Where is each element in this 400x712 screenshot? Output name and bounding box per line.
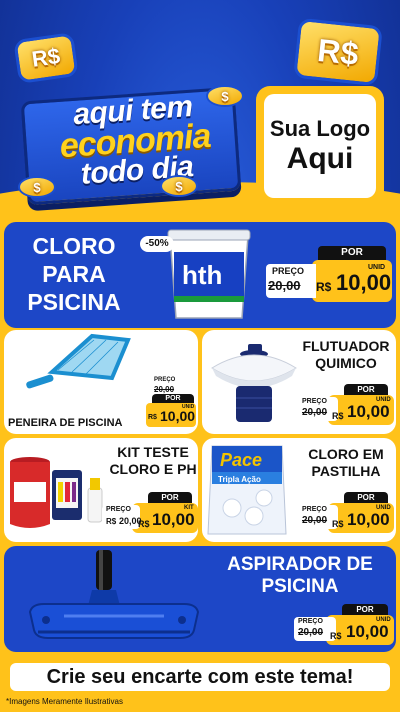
headline: aqui tem economia todo dia bbox=[27, 89, 243, 193]
price-tag: PREÇO 20,00 POR R$ 10,00 UNID bbox=[146, 374, 198, 430]
price-tag: POR PREÇO 20,00 R$ 10,00 UNID bbox=[296, 492, 394, 540]
product-title: PENEIRA DE PISCINA bbox=[8, 417, 123, 429]
product-title: KIT TESTE CLORO E PH bbox=[109, 444, 197, 477]
price-tag: POR PREÇO 20,00 R$ 10,00 UNID bbox=[292, 604, 394, 650]
product-card-pastilha[interactable]: Pace Tripla Ação CLORO EM PASTILHA POR P… bbox=[202, 438, 396, 542]
price-tag: POR PREÇO 20,00 R$ 10,00 UNID bbox=[264, 246, 392, 324]
product-title: CLORO PARA PSICINA bbox=[27, 233, 121, 315]
cta-banner[interactable]: Crie seu encarte com este tema! bbox=[10, 663, 390, 691]
pool-vacuum-head-image bbox=[28, 550, 200, 639]
product-card-peneira[interactable]: PENEIRA DE PISCINA PREÇO 20,00 POR R$ 10… bbox=[4, 330, 198, 434]
product-title: ASPIRADOR DE PSICINA bbox=[227, 554, 373, 597]
logo-text: Aqui bbox=[286, 142, 354, 175]
chlorine-tablet-pack-image: Pace Tripla Ação bbox=[207, 445, 287, 535]
logo-placeholder[interactable]: Sua Logo Aqui bbox=[256, 86, 384, 206]
product-title: FLUTUADOR QUIMICO bbox=[302, 338, 390, 371]
coin-icon: $ bbox=[206, 85, 244, 107]
coin-icon: R$ bbox=[293, 17, 383, 87]
test-kit-image bbox=[10, 457, 103, 528]
price-tag: POR PREÇO R$ 20,00 R$ 10,00 KIT bbox=[102, 492, 198, 540]
chemical-floater-image bbox=[211, 344, 297, 422]
svg-text:Pace: Pace bbox=[220, 450, 262, 470]
flyer: R$ R$ aqui tem economia todo dia $ $ $ S… bbox=[0, 0, 400, 712]
coin-icon: $ bbox=[160, 175, 198, 197]
pool-skimmer-net-image bbox=[26, 333, 131, 389]
price-tag: POR PREÇO 20,00 R$ 10,00 UNID bbox=[296, 384, 394, 432]
product-card-kit[interactable]: KIT TESTE CLORO E PH POR PREÇO R$ 20,00 … bbox=[4, 438, 198, 542]
coin-icon: $ bbox=[18, 176, 56, 198]
product-title: CLORO EM PASTILHA bbox=[308, 446, 384, 479]
product-card-aspirador[interactable]: ASPIRADOR DE PSICINA POR PREÇO 20,00 R$ … bbox=[4, 546, 396, 652]
product-card-cloro[interactable]: CLORO PARA PSICINA hth -50% POR PREÇO 20… bbox=[4, 222, 396, 328]
svg-text:Tripla Ação: Tripla Ação bbox=[218, 475, 261, 484]
coin-icon: R$ bbox=[13, 32, 79, 84]
discount-badge: -50% bbox=[140, 236, 174, 252]
chlorine-bucket-image: hth bbox=[167, 229, 251, 319]
disclaimer-text: *Imagens Meramente Ilustrativas bbox=[6, 697, 123, 706]
product-card-flutuador[interactable]: FLUTUADOR QUIMICO POR PREÇO 20,00 R$ 10,… bbox=[202, 330, 396, 434]
logo-text: Sua Logo bbox=[269, 116, 371, 141]
svg-text:hth: hth bbox=[182, 260, 222, 290]
